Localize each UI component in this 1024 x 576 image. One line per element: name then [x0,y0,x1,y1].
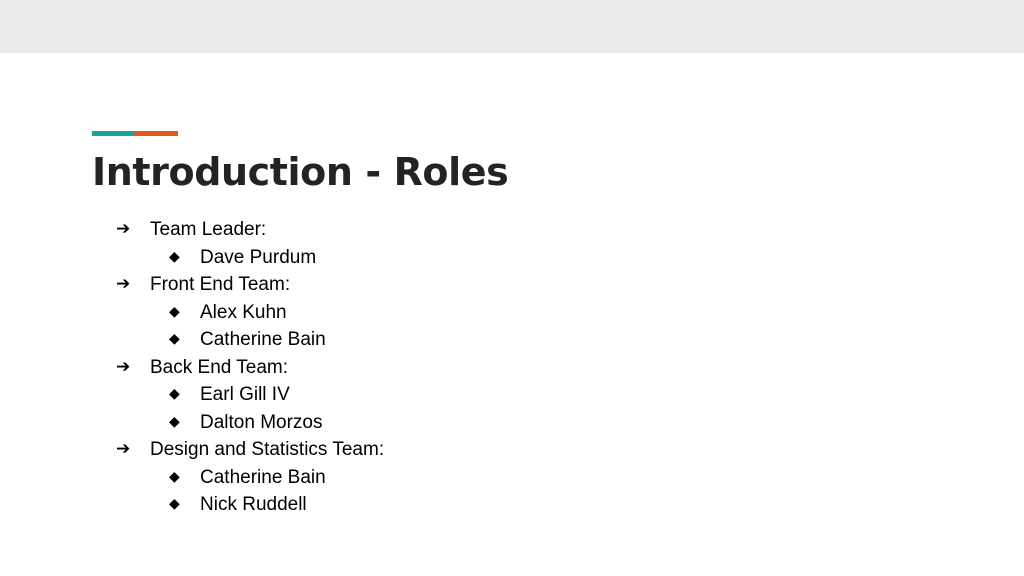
roles-outline-list: ➔ Team Leader: ◆ Dave Purdum ➔ Front End Team… [0,216,1024,519]
outline-item-label: Design and Statistics Team: [150,439,385,460]
outline-item-label: Alex Kuhn [200,301,287,323]
arrow-bullet-icon: ➔ [116,274,131,294]
outline-item-label: Catherine Bain [200,466,326,488]
outline-item-label: Team Leader: [150,219,267,240]
outline-item-label: Back End Team: [150,356,289,378]
outline-item-label: Earl Gill IV [200,384,290,405]
diamond-bullet-icon: ◆ [169,331,180,347]
outline-item-level-1: ➔ Team Leader: [0,216,1024,244]
outline-item-label: Dalton Morzos [200,411,323,433]
outline-item-level-2: ◆ Dalton Morzos [0,409,1024,437]
outline-item-level-2: ◆ Dave Purdum [0,244,1024,272]
outline-item-label: Catherine Bain [200,329,326,350]
page-title: Introduction - Roles [92,150,509,194]
title-accent-rule [92,131,178,136]
outline-item-level-1: ➔ Design and Statistics Team: [0,436,1024,464]
arrow-bullet-icon: ➔ [116,439,131,459]
outline-item-level-2: ◆ Catherine Bain [0,326,1024,354]
outline-item-level-1: ➔ Back End Team: [0,354,1024,382]
outline-item-label: Front End Team: [150,274,291,295]
diamond-bullet-icon: ◆ [169,413,180,430]
accent-rule-orange-segment [133,131,178,136]
outline-item-level-2: ◆ Earl Gill IV [0,381,1024,409]
diamond-bullet-icon: ◆ [169,248,180,265]
top-gray-band [0,0,1024,53]
diamond-bullet-icon: ◆ [169,386,180,402]
arrow-bullet-icon: ➔ [116,356,131,377]
outline-item-level-2: ◆ Catherine Bain [0,464,1024,492]
outline-item-label: Nick Ruddell [200,494,307,515]
slide-canvas: Introduction - Roles ➔ Team Leader: ◆ Dave … [0,53,1024,576]
outline-item-level-2: ◆ Alex Kuhn [0,299,1024,327]
diamond-bullet-icon: ◆ [169,303,180,320]
diamond-bullet-icon: ◆ [169,468,180,485]
accent-rule-teal-segment [92,131,133,136]
diamond-bullet-icon: ◆ [169,496,180,512]
arrow-bullet-icon: ➔ [116,219,131,239]
outline-item-level-1: ➔ Front End Team: [0,271,1024,299]
outline-item-level-2: ◆ Nick Ruddell [0,491,1024,519]
outline-item-label: Dave Purdum [200,246,317,268]
